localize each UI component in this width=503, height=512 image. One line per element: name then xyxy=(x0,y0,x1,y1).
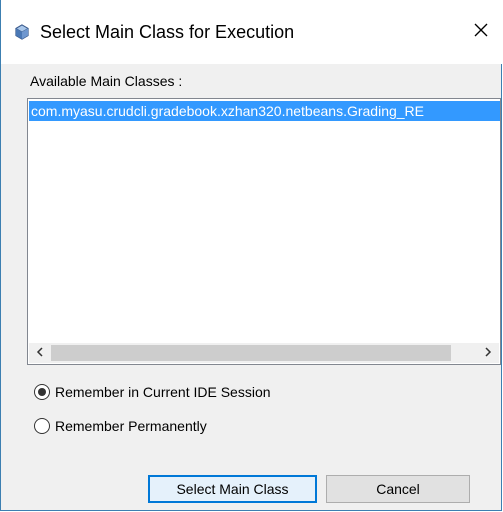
select-main-class-dialog: Select Main Class for Execution Availabl… xyxy=(0,0,503,511)
remember-permanently-option[interactable]: Remember Permanently xyxy=(34,416,207,436)
scroll-left-button[interactable] xyxy=(29,343,51,363)
cancel-button[interactable]: Cancel xyxy=(326,475,470,503)
select-main-class-button[interactable]: Select Main Class xyxy=(148,475,317,503)
remember-session-label: Remember in Current IDE Session xyxy=(55,384,271,400)
chevron-left-icon xyxy=(36,344,44,362)
scroll-thumb[interactable] xyxy=(51,345,451,361)
main-class-list[interactable]: com.myasu.crudcli.gradebook.xzhan320.net… xyxy=(27,98,501,365)
chevron-right-icon xyxy=(484,344,492,362)
horizontal-scrollbar[interactable] xyxy=(29,343,499,363)
dialog-title: Select Main Class for Execution xyxy=(40,22,295,42)
netbeans-cube-icon xyxy=(14,24,30,40)
radio-selected-icon[interactable] xyxy=(34,384,50,400)
scroll-right-button[interactable] xyxy=(477,343,499,363)
close-icon xyxy=(474,23,488,42)
remember-session-option[interactable]: Remember in Current IDE Session xyxy=(34,382,271,402)
close-button[interactable] xyxy=(459,14,503,50)
radio-dot xyxy=(38,388,46,396)
list-item[interactable]: com.myasu.crudcli.gradebook.xzhan320.net… xyxy=(29,101,500,121)
radio-unselected-icon[interactable] xyxy=(34,418,50,434)
available-classes-label: Available Main Classes : xyxy=(30,73,183,89)
title-bar: Select Main Class for Execution xyxy=(1,0,503,64)
remember-permanently-label: Remember Permanently xyxy=(55,418,207,434)
